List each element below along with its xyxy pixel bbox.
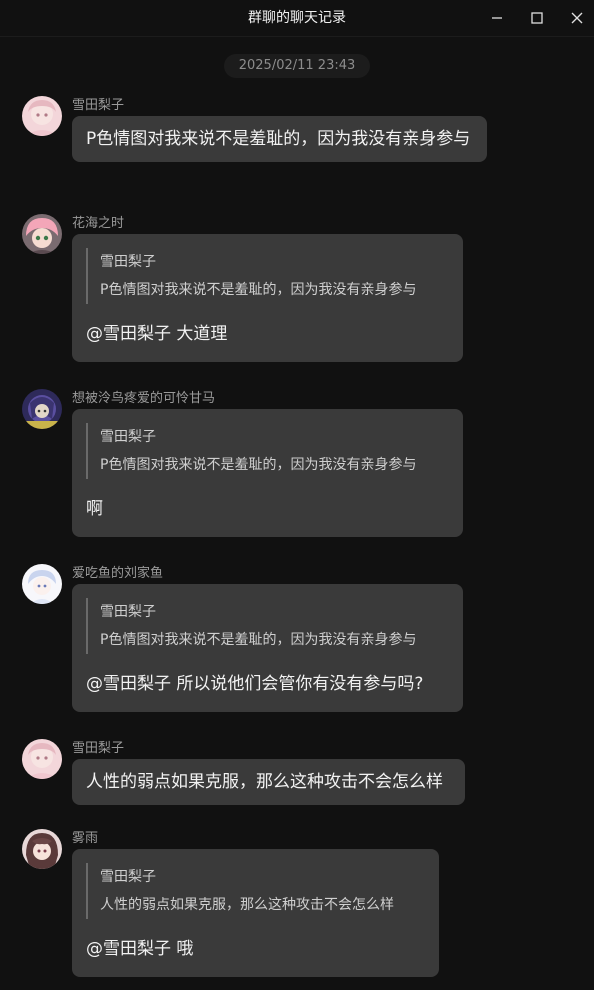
quoted-sender: 雪田梨子: [100, 604, 156, 620]
avatar[interactable]: [22, 96, 62, 136]
quoted-text: P色情图对我来说不是羞耻的，因为我没有亲身参与: [100, 457, 417, 473]
avatar[interactable]: [22, 739, 62, 779]
message-bubble[interactable]: 雪田梨子 P色情图对我来说不是羞耻的，因为我没有亲身参与 啊: [72, 409, 463, 537]
quoted-message[interactable]: 雪田梨子 P色情图对我来说不是羞耻的，因为我没有亲身参与: [86, 248, 449, 304]
timestamp-divider: 2025/02/11 23:43: [224, 54, 370, 78]
sender-name: 雪田梨子: [72, 98, 125, 113]
quoted-message[interactable]: 雪田梨子 P色情图对我来说不是羞耻的，因为我没有亲身参与: [86, 423, 449, 479]
close-button[interactable]: [557, 0, 594, 36]
message-bubble[interactable]: 雪田梨子 P色情图对我来说不是羞耻的，因为我没有亲身参与 @雪田梨子 大道理: [72, 234, 463, 362]
sender-name: 雪田梨子: [72, 741, 125, 756]
sender-name: 爱吃鱼的刘家鱼: [72, 566, 164, 581]
message-bubble[interactable]: 雪田梨子 人性的弱点如果克服，那么这种攻击不会怎么样 @雪田梨子 哦: [72, 849, 439, 977]
message-text: 啊: [86, 499, 103, 519]
quoted-sender: 雪田梨子: [100, 429, 156, 445]
message-text: @雪田梨子 大道理: [86, 324, 228, 344]
avatar[interactable]: [22, 829, 62, 869]
maximize-icon: [531, 12, 543, 24]
quoted-text: 人性的弱点如果克服，那么这种攻击不会怎么样: [100, 897, 394, 913]
minimize-icon: [492, 17, 502, 19]
message-bubble[interactable]: P色情图对我来说不是羞耻的，因为我没有亲身参与: [72, 116, 487, 162]
close-icon: [571, 12, 583, 24]
message-text: 人性的弱点如果克服，那么这种攻击不会怎么样: [86, 772, 443, 792]
quoted-text: P色情图对我来说不是羞耻的，因为我没有亲身参与: [100, 282, 417, 298]
sender-name: 想被泠鸟疼爱的可怜甘马: [72, 391, 216, 406]
message-text: P色情图对我来说不是羞耻的，因为我没有亲身参与: [86, 129, 471, 149]
quoted-sender: 雪田梨子: [100, 254, 156, 270]
message-bubble[interactable]: 雪田梨子 P色情图对我来说不是羞耻的，因为我没有亲身参与 @雪田梨子 所以说他们…: [72, 584, 463, 712]
quoted-text: P色情图对我来说不是羞耻的，因为我没有亲身参与: [100, 632, 417, 648]
sender-name: 花海之时: [72, 216, 125, 231]
title-bar: 群聊的聊天记录: [0, 0, 594, 37]
avatar[interactable]: [22, 214, 62, 254]
avatar[interactable]: [22, 389, 62, 429]
message-bubble[interactable]: 人性的弱点如果克服，那么这种攻击不会怎么样: [72, 759, 465, 805]
sender-name: 雾雨: [72, 831, 99, 846]
quoted-message[interactable]: 雪田梨子 人性的弱点如果克服，那么这种攻击不会怎么样: [86, 863, 425, 919]
quoted-sender: 雪田梨子: [100, 869, 156, 885]
minimize-button[interactable]: [477, 0, 517, 36]
avatar[interactable]: [22, 564, 62, 604]
message-text: @雪田梨子 哦: [86, 939, 194, 959]
chat-history[interactable]: 2025/02/11 23:43 雪田梨子 P色情图对我来说不是羞耻的，因为我没…: [0, 36, 594, 990]
message-text: @雪田梨子 所以说他们会管你有没有参与吗?: [86, 674, 424, 694]
quoted-message[interactable]: 雪田梨子 P色情图对我来说不是羞耻的，因为我没有亲身参与: [86, 598, 449, 654]
maximize-button[interactable]: [517, 0, 557, 36]
